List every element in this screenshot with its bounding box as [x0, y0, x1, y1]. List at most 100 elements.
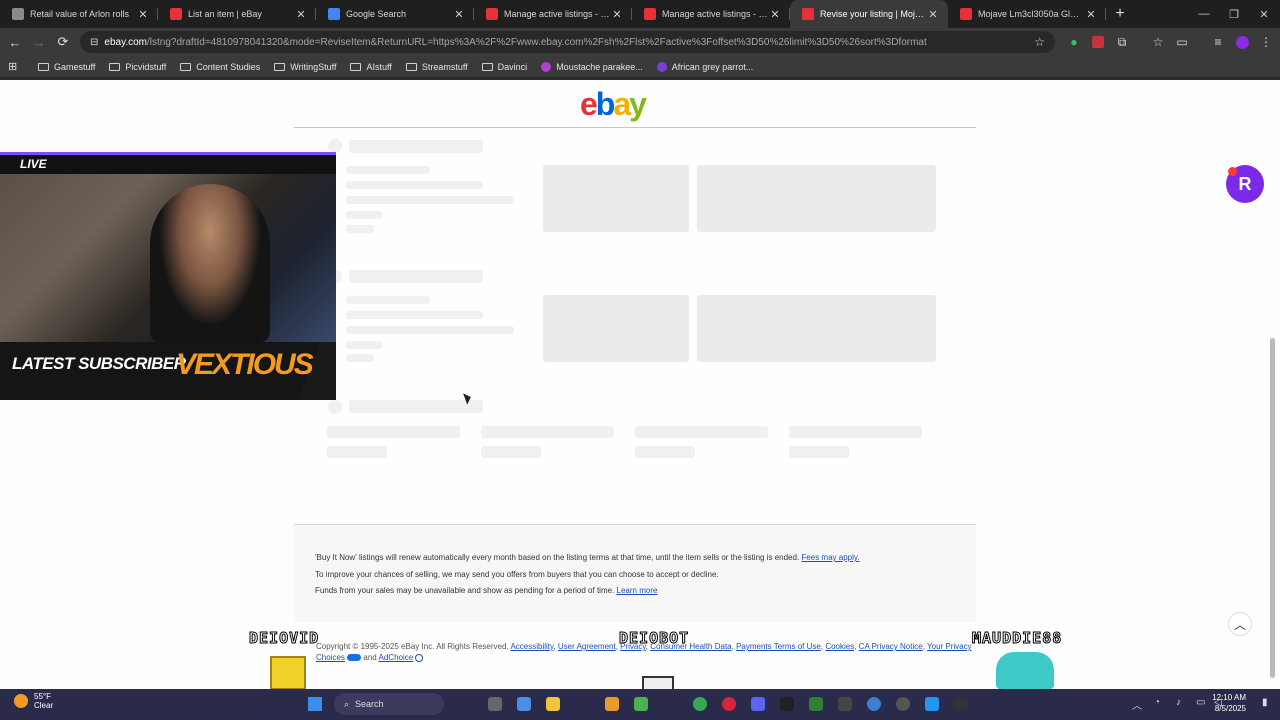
listing-footer-notes: 'Buy It Now' listings will renew automat… [294, 524, 976, 622]
tab-close-icon[interactable]: ✕ [294, 8, 308, 21]
back-button[interactable]: ← [3, 30, 27, 54]
tray-chevron-icon[interactable]: ︿ [1132, 697, 1142, 712]
tab-title: Manage active listings - eBay S [504, 9, 610, 19]
discord-icon[interactable] [751, 697, 765, 711]
address-bar[interactable]: ⊟ ebay.com /lstng?draftId=4810978041320&… [80, 31, 1055, 53]
favorites-icon[interactable]: ☆ [1148, 30, 1168, 54]
bookmark-item[interactable]: Gamestuff [38, 62, 95, 72]
extensions-icon[interactable]: ⧉ [1112, 30, 1132, 54]
browser-tab[interactable]: Revise your listing | Mojave LM✕ [790, 0, 948, 28]
app-icon[interactable] [838, 697, 852, 711]
app-icon[interactable] [867, 697, 881, 711]
pixel-avatar [996, 652, 1054, 689]
tab-close-icon[interactable]: ✕ [610, 8, 624, 21]
latest-subscriber-label: LATEST SUBSCRIBER [12, 354, 186, 373]
copilot-icon[interactable] [517, 697, 531, 711]
bookmark-item[interactable]: Content Studies [180, 62, 260, 72]
bookmark-item[interactable]: AIstuff [350, 62, 392, 72]
chrome-icon[interactable] [693, 697, 707, 711]
ca-privacy-notice-link[interactable]: CA Privacy Notice [859, 642, 923, 651]
scroll-to-top-button[interactable]: ︿ [1228, 612, 1252, 636]
browser-tab[interactable]: Mojave Lm3cl3050a Gloss Lam✕ [948, 0, 1106, 28]
payments-terms-link[interactable]: Payments Terms of Use [736, 642, 821, 651]
apps-grid-icon[interactable]: ⊞ [8, 60, 26, 73]
bookmark-star-icon[interactable]: ☆ [1034, 35, 1045, 49]
tab-title: Mojave Lm3cl3050a Gloss Lam [978, 9, 1084, 19]
site-favicon-icon [656, 61, 667, 72]
taskbar-search[interactable]: ⌕ Search [334, 693, 444, 715]
privacy-choices-link[interactable]: Choices [316, 653, 345, 662]
bookmark-item[interactable]: WritingStuff [274, 62, 336, 72]
app-icon[interactable] [896, 697, 910, 711]
browser-tab[interactable]: List an item | eBay ✕ [158, 0, 316, 28]
adchoice-link[interactable]: AdChoice [379, 653, 414, 662]
tab-close-icon[interactable]: ✕ [926, 8, 940, 21]
bookmark-item[interactable]: Picvidstuff [109, 62, 166, 72]
network-icon[interactable]: ◔ [1154, 697, 1160, 708]
fees-link[interactable]: Fees may apply. [801, 553, 859, 562]
browser-tab[interactable]: Manage active listings - eBay S✕ [632, 0, 790, 28]
weather-widget[interactable]: 55°F Clear [14, 692, 53, 710]
more-menu-icon[interactable]: ⋮ [1256, 30, 1276, 54]
skeleton-line [346, 326, 514, 334]
notifications-icon[interactable]: ▮ [1262, 697, 1268, 708]
tab-title: Manage active listings - eBay S [662, 9, 768, 19]
menu-lines-icon[interactable]: ≡ [1208, 30, 1228, 54]
tab-close-icon[interactable]: ✕ [1084, 8, 1098, 21]
folder-icon [109, 62, 121, 71]
browser-tab[interactable]: Google Search ✕ [316, 0, 474, 28]
learn-more-link[interactable]: Learn more [617, 586, 658, 595]
bookmark-item[interactable]: Streamstuff [405, 62, 468, 72]
minecraft-icon[interactable] [634, 697, 648, 711]
phone-extension-icon[interactable]: ● [1064, 30, 1084, 54]
bookmark-label: Gamestuff [54, 61, 96, 72]
ebay-logo[interactable]: ebay [580, 86, 647, 123]
tab-close-icon[interactable]: ✕ [136, 8, 150, 21]
skeleton-photo [697, 165, 936, 232]
accessibility-link[interactable]: Accessibility [510, 642, 553, 651]
page-scrollbar[interactable] [1270, 338, 1275, 678]
browser-tab[interactable]: Manage active listings - eBay S✕ [474, 0, 632, 28]
bookmark-label: Moustache parakee... [556, 61, 643, 72]
app-icon[interactable] [954, 697, 968, 711]
skeleton-line [346, 296, 430, 304]
app-icon[interactable] [809, 697, 823, 711]
stream-webcam-overlay: LIVE LATEST SUBSCRIBER VEXTIOUS [0, 152, 336, 400]
tab-close-icon[interactable]: ✕ [452, 8, 466, 21]
app-icon[interactable] [780, 697, 794, 711]
your-privacy-link[interactable]: Your Privacy [927, 642, 972, 651]
tab-separator [1105, 8, 1106, 20]
microphone-icon[interactable]: ♪ [1176, 697, 1181, 708]
floating-extension-button[interactable]: R [1226, 165, 1264, 203]
bookmark-label: Content Studies [196, 61, 261, 72]
clock-date: 8/5/2025 [1214, 704, 1246, 713]
task-view-icon[interactable] [488, 697, 502, 711]
collections-icon[interactable]: ▭ [1172, 30, 1192, 54]
browser-tab[interactable]: Retail value of Arlon rolls ✕ [0, 0, 158, 28]
new-tab-button[interactable]: + [1106, 5, 1134, 23]
forward-button[interactable]: → [27, 30, 51, 54]
bookmark-item[interactable]: African grey parrot... [656, 61, 753, 72]
reload-button[interactable]: ⟳ [51, 30, 75, 54]
minimize-button[interactable]: — [1188, 0, 1220, 28]
file-explorer-icon[interactable] [546, 697, 560, 711]
restore-button[interactable]: ❐ [1218, 0, 1250, 28]
cookies-link[interactable]: Cookies [825, 642, 854, 651]
taskbar-clock[interactable]: 12:10 AM 8/5/2025 [1198, 692, 1246, 714]
tab-close-icon[interactable]: ✕ [768, 8, 782, 21]
bookmark-item[interactable]: Moustache parakee... [541, 61, 643, 72]
bookmark-item[interactable]: Davinci [481, 62, 527, 72]
start-button-icon[interactable] [308, 697, 322, 711]
folder-icon [180, 62, 192, 71]
chat-avatar-name: DEIOVID [248, 629, 320, 648]
tab-favicon-icon [328, 8, 340, 20]
app-icon[interactable] [925, 697, 939, 711]
tab-title: List an item | eBay [188, 9, 262, 19]
app-icon[interactable] [605, 697, 619, 711]
app-icon[interactable] [722, 697, 736, 711]
profile-avatar[interactable] [1235, 35, 1249, 49]
site-info-icon[interactable]: ⊟ [90, 37, 98, 48]
r-extension-icon[interactable] [1092, 36, 1104, 48]
close-window-button[interactable]: ✕ [1248, 0, 1280, 28]
user-agreement-link[interactable]: User Agreement [558, 642, 616, 651]
